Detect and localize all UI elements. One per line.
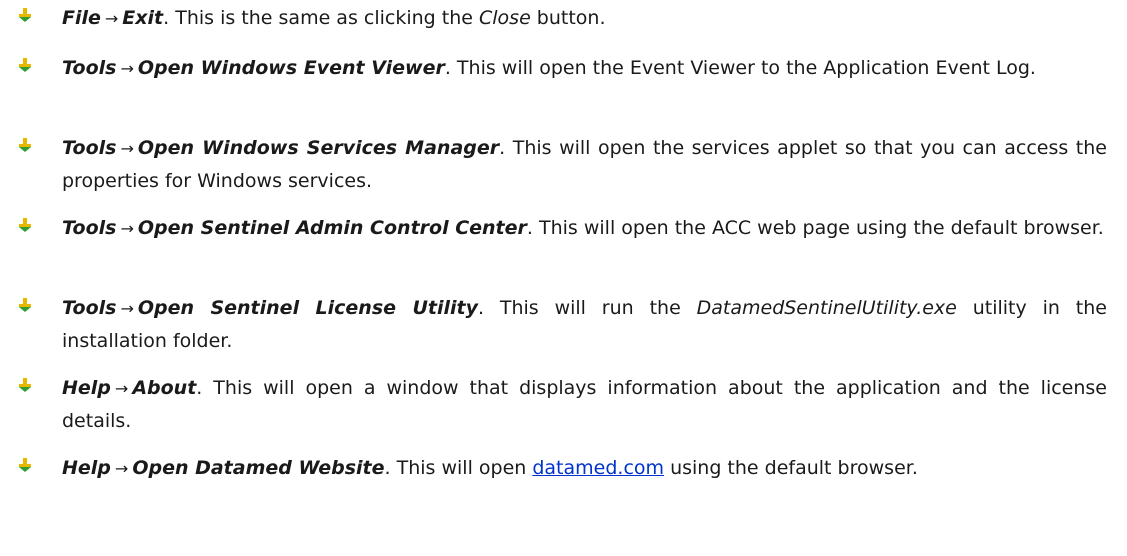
menu-path: Tools → Open Sentinel Admin Control Center: [62, 217, 527, 239]
list-item-text: Tools → Open Sentinel Admin Control Center…: [62, 212, 1107, 245]
list-item-text: Help → Open Datamed Website. This will ope…: [62, 452, 1107, 485]
description-end: button.: [530, 7, 606, 29]
command-name: Open Windows Services Manager: [137, 137, 500, 159]
command-name: About: [132, 377, 197, 399]
menu-path: Help → Open Datamed Website: [62, 457, 385, 479]
menu-path: Tools → Open Sentinel License Utility: [62, 297, 478, 319]
command-name: Open Datamed Website: [132, 457, 385, 479]
menu-path: Tools → Open Windows Services Manager: [62, 137, 499, 159]
arrow-down-bullet-icon: [19, 8, 31, 22]
command-name: Open Sentinel License Utility: [137, 297, 478, 319]
command-name: Exit: [122, 7, 164, 29]
menu-arrow: →: [114, 459, 129, 478]
arrow-down-bullet-icon: [19, 138, 31, 152]
command-name: Open Sentinel Admin Control Center: [137, 217, 527, 239]
arrow-down-bullet-icon: [19, 458, 31, 472]
list-item-text: Tools → Open Windows Services Manager. Thi…: [62, 132, 1107, 197]
menu-path: File → Exit: [62, 7, 163, 29]
menu-arrow: →: [120, 59, 134, 78]
menu-name: Help: [62, 457, 111, 479]
list-item-text: Tools → Open Windows Event Viewer. This wi…: [62, 52, 1107, 85]
menu-name: Tools: [62, 137, 117, 159]
description-end: using the default browser.: [664, 457, 918, 479]
menu-name: Tools: [62, 217, 117, 239]
menu-name: File: [62, 7, 101, 29]
description-italic: Close: [479, 7, 531, 29]
menu-arrow: →: [120, 299, 134, 318]
command-name: Open Windows Event Viewer: [137, 57, 445, 79]
menu-arrow: →: [120, 139, 134, 158]
menu-path: Help → About: [62, 377, 196, 399]
arrow-down-bullet-icon: [19, 58, 31, 72]
menu-arrow: →: [114, 379, 129, 398]
list-item-text: Help → About. This will open a window that…: [62, 372, 1107, 437]
arrow-down-bullet-icon: [19, 218, 31, 232]
list-item-text: Tools → Open Sentinel License Utility. Thi…: [62, 292, 1107, 357]
description: This will open a window that displays in…: [62, 377, 1107, 432]
description-italic: DatamedSentinelUtility.exe: [696, 297, 957, 319]
description: This is the same as clicking the: [169, 7, 479, 29]
description: This will open: [390, 457, 533, 479]
datamed-website-link[interactable]: datamed.com: [532, 457, 664, 479]
menu-name: Tools: [62, 57, 117, 79]
menu-name: Tools: [62, 297, 117, 319]
arrow-down-bullet-icon: [19, 378, 31, 392]
description: This will open the Event Viewer to the A…: [450, 57, 1036, 79]
menu-name: Help: [62, 377, 111, 399]
menu-path: Tools → Open Windows Event Viewer: [62, 57, 445, 79]
menu-arrow: →: [120, 219, 134, 238]
menu-arrow: →: [104, 9, 119, 28]
description: This will open the ACC web page using th…: [532, 217, 1104, 239]
arrow-down-bullet-icon: [19, 298, 31, 312]
list-item-text: File → Exit. This is the same as clicking …: [62, 2, 1107, 35]
description: This will run the: [484, 297, 697, 319]
